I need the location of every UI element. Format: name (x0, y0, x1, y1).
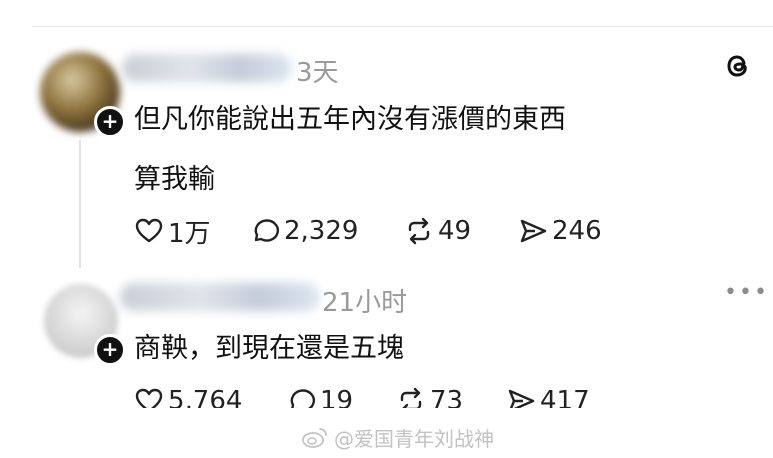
share-button[interactable]: 246 (518, 214, 602, 248)
comment-button[interactable]: 2,329 (250, 214, 358, 248)
share-icon (520, 219, 547, 243)
comment-count: 2,329 (284, 216, 359, 246)
like-button[interactable]: 1万 (134, 214, 211, 249)
follow-plus-icon[interactable]: + (94, 334, 126, 366)
more-icon[interactable]: ••• (724, 280, 769, 305)
like-count: 1万 (168, 218, 211, 249)
follow-plus-icon[interactable]: + (94, 106, 126, 138)
repost-count: 49 (438, 216, 472, 246)
threads-icon[interactable] (722, 50, 754, 82)
weibo-icon (302, 428, 327, 448)
watermark: @爱国青年刘战神 (302, 424, 494, 451)
heart-icon (135, 218, 163, 243)
thread-connector-line (79, 140, 81, 268)
share-count: 246 (552, 216, 602, 246)
post-text-continued: 算我輸 (134, 164, 215, 195)
post-text: 商鞅，到現在還是五塊 (134, 333, 404, 364)
repost-button[interactable]: 49 (404, 214, 471, 248)
post-text: 但凡你能說出五年內沒有漲價的東西 (134, 104, 566, 135)
username-blurred[interactable] (122, 54, 292, 82)
comment-icon (254, 219, 279, 242)
post-time: 21小时 (322, 288, 408, 318)
top-divider (32, 26, 773, 27)
watermark-text: @爱国青年刘战神 (334, 426, 494, 451)
repost-icon (408, 217, 430, 245)
post-time: 3天 (296, 58, 339, 88)
username-blurred[interactable] (120, 283, 320, 311)
